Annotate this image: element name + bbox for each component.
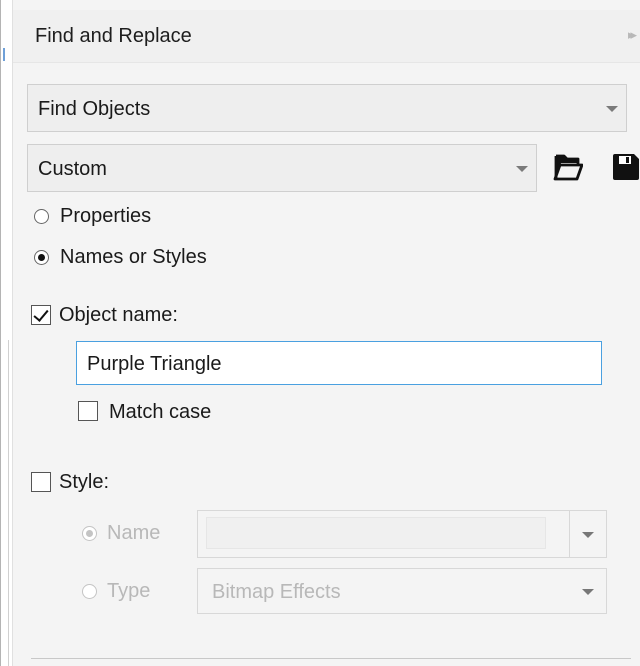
find-mode-dropdown[interactable]: Find Objects [27, 84, 627, 132]
style-type-dropdown[interactable]: Bitmap Effects [197, 568, 607, 614]
object-name-value: Purple Triangle [87, 353, 222, 375]
preset-dropdown[interactable]: Custom [27, 144, 537, 192]
edge-marker [3, 48, 5, 61]
object-name-label: Object name: [59, 304, 178, 326]
properties-radio[interactable] [34, 209, 49, 224]
object-name-input[interactable]: Purple Triangle [76, 341, 602, 385]
names-or-styles-label: Names or Styles [60, 246, 207, 268]
style-name-field [206, 517, 546, 549]
style-type-radio[interactable] [82, 584, 97, 599]
style-name-radio[interactable] [82, 526, 97, 541]
style-name-dropdown[interactable] [197, 510, 607, 558]
dropdown-separator [569, 511, 570, 557]
match-case-label: Match case [109, 401, 212, 423]
chevron-down-icon [582, 532, 594, 538]
names-or-styles-radio[interactable] [34, 250, 49, 265]
object-name-checkbox[interactable] [31, 305, 51, 325]
properties-label: Properties [60, 205, 152, 227]
section-divider [31, 658, 631, 659]
find-mode-value: Find Objects [38, 98, 151, 120]
panel-header: Find and Replace ▸▸ [13, 10, 640, 63]
chevron-down-icon [582, 589, 594, 595]
style-type-value: Bitmap Effects [212, 581, 341, 603]
match-case-checkbox[interactable] [78, 401, 98, 421]
edge-divider [8, 340, 9, 666]
chevron-down-icon [516, 166, 528, 172]
panel-title: Find and Replace [35, 25, 192, 47]
chevron-down-icon [606, 106, 618, 112]
style-name-label: Name [107, 522, 161, 544]
style-type-label: Type [107, 580, 151, 602]
folder-open-icon[interactable] [553, 151, 583, 183]
style-checkbox[interactable] [31, 472, 51, 492]
preset-value: Custom [38, 158, 107, 180]
window-edge [0, 0, 1, 666]
floppy-disk-icon[interactable] [611, 152, 640, 182]
style-label: Style: [59, 471, 110, 493]
find-replace-panel: Find and Replace ▸▸ Find Objects Custom … [12, 0, 640, 666]
double-chevron-right-icon[interactable]: ▸▸ [628, 27, 637, 43]
